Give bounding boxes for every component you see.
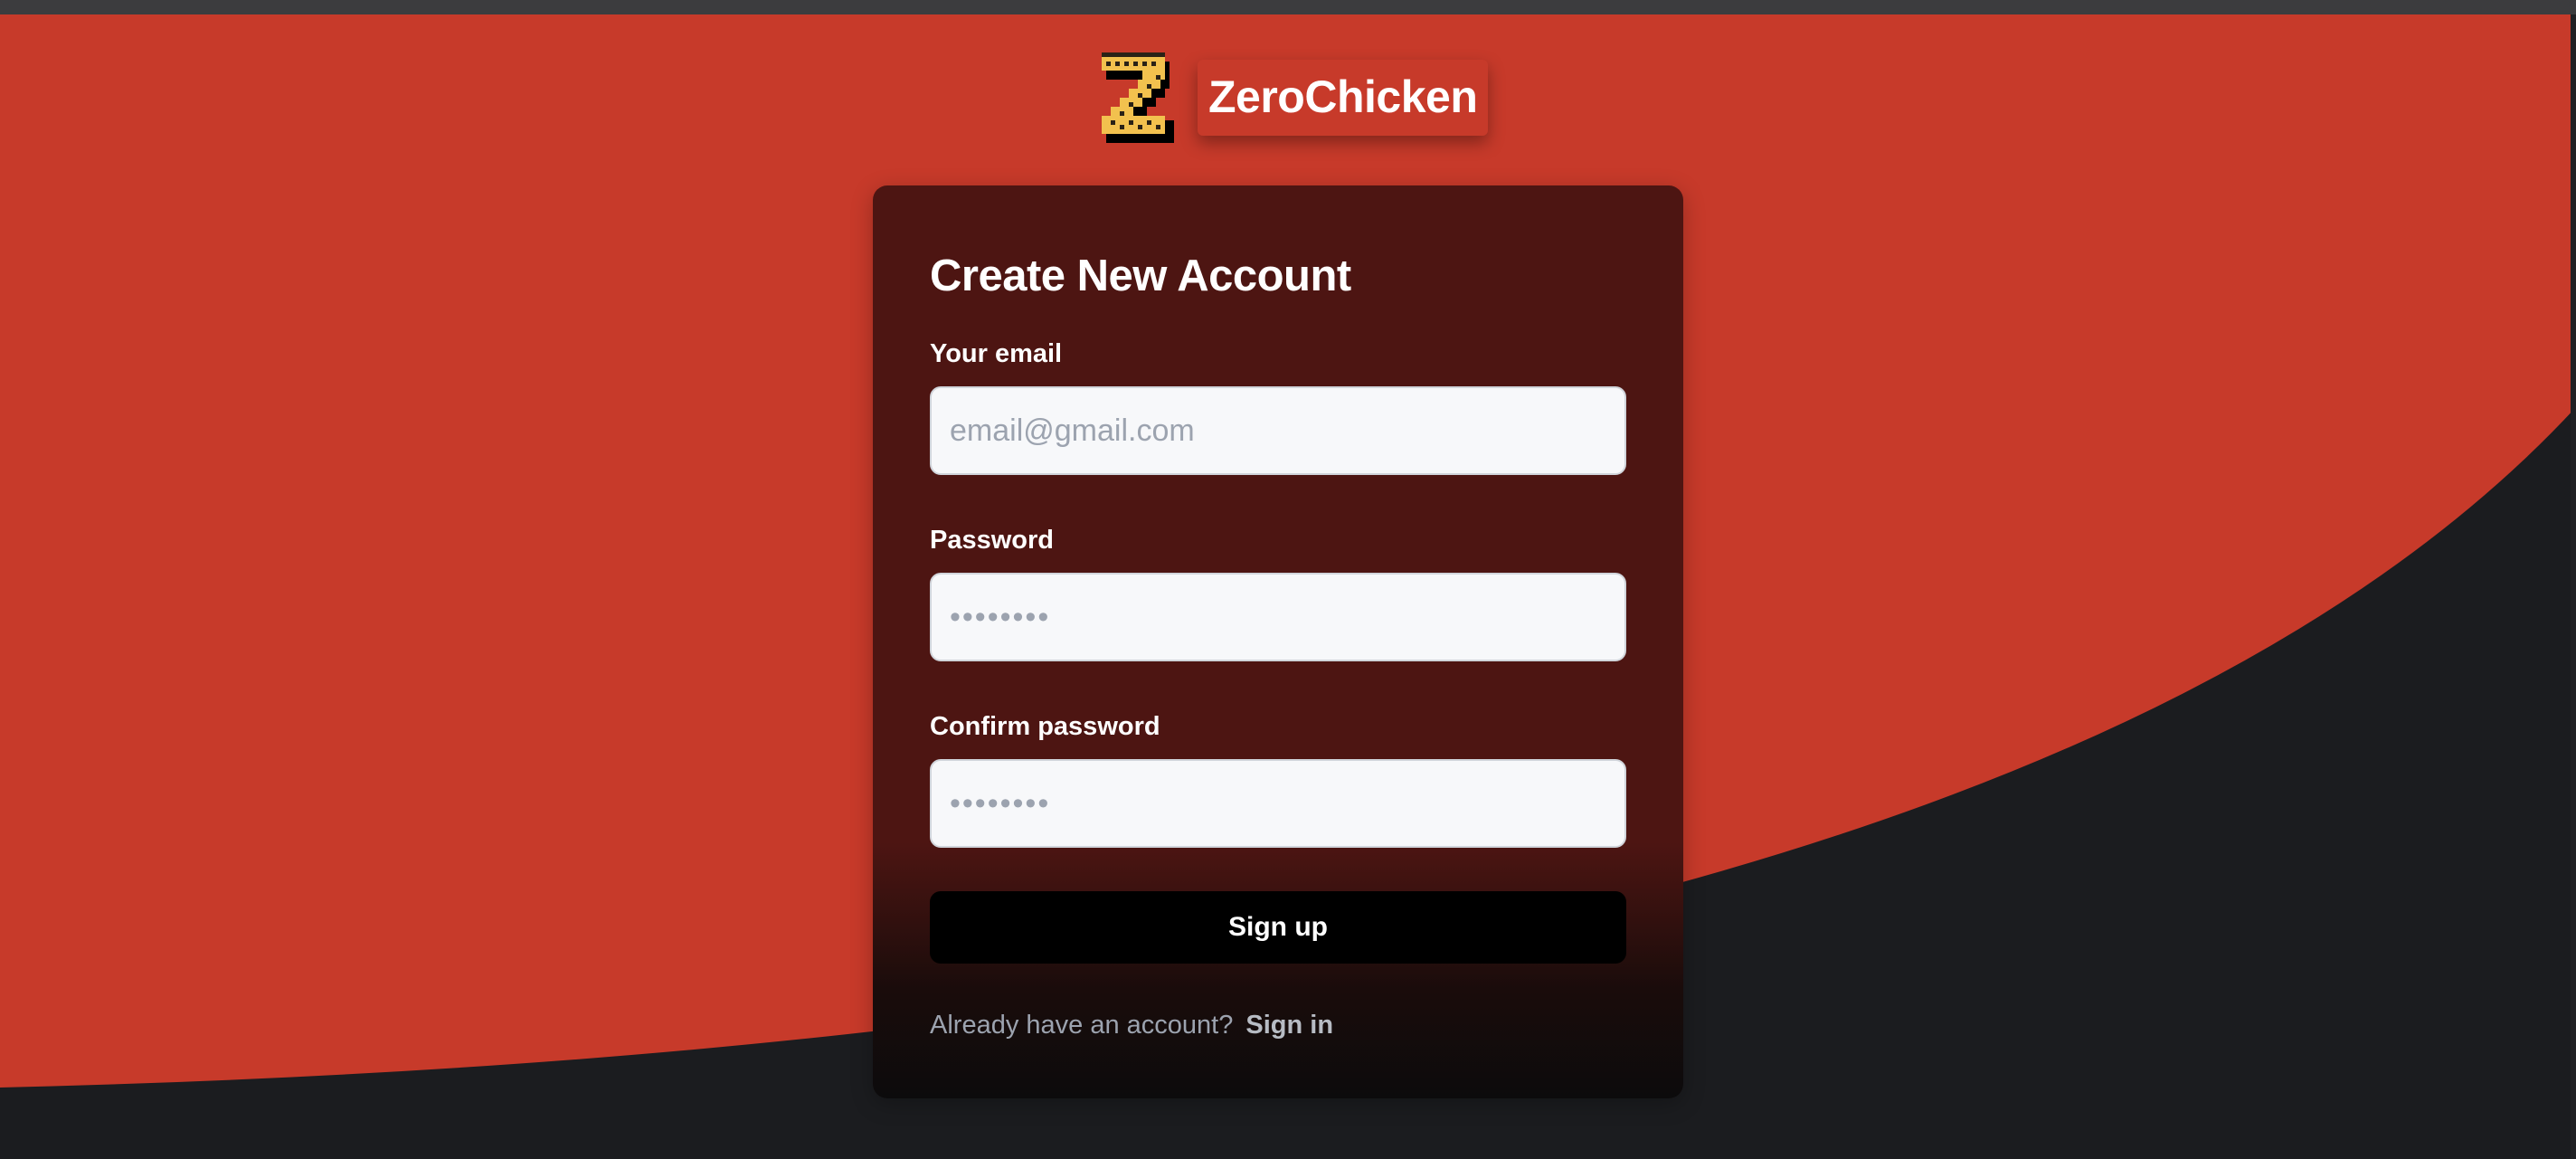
sign-in-link[interactable]: Sign in xyxy=(1245,1011,1333,1040)
password-input[interactable] xyxy=(930,573,1626,661)
email-label: Your email xyxy=(930,339,1063,368)
signin-prompt-text: Already have an account? xyxy=(930,1011,1234,1040)
signin-prompt-row: Already have an account? Sign in xyxy=(930,1009,1626,1041)
confirm-password-input[interactable] xyxy=(930,759,1626,848)
email-input[interactable] xyxy=(930,386,1626,475)
brand-name: ZeroChicken xyxy=(1198,60,1489,136)
signup-page: ZeroChicken Create New Account Your emai… xyxy=(0,0,2576,1159)
sign-up-button[interactable]: Sign up xyxy=(930,891,1626,964)
signup-card: Create New Account Your email Password C… xyxy=(873,185,1683,1098)
browser-top-bar xyxy=(0,0,2576,14)
confirm-password-label: Confirm password xyxy=(930,712,1160,741)
pixel-z-logo-icon xyxy=(1102,52,1174,143)
password-label: Password xyxy=(930,526,1054,555)
brand-header[interactable]: ZeroChicken xyxy=(1102,52,1489,143)
page-title: Create New Account xyxy=(930,252,1351,300)
scrollbar-track[interactable] xyxy=(2571,14,2576,1159)
